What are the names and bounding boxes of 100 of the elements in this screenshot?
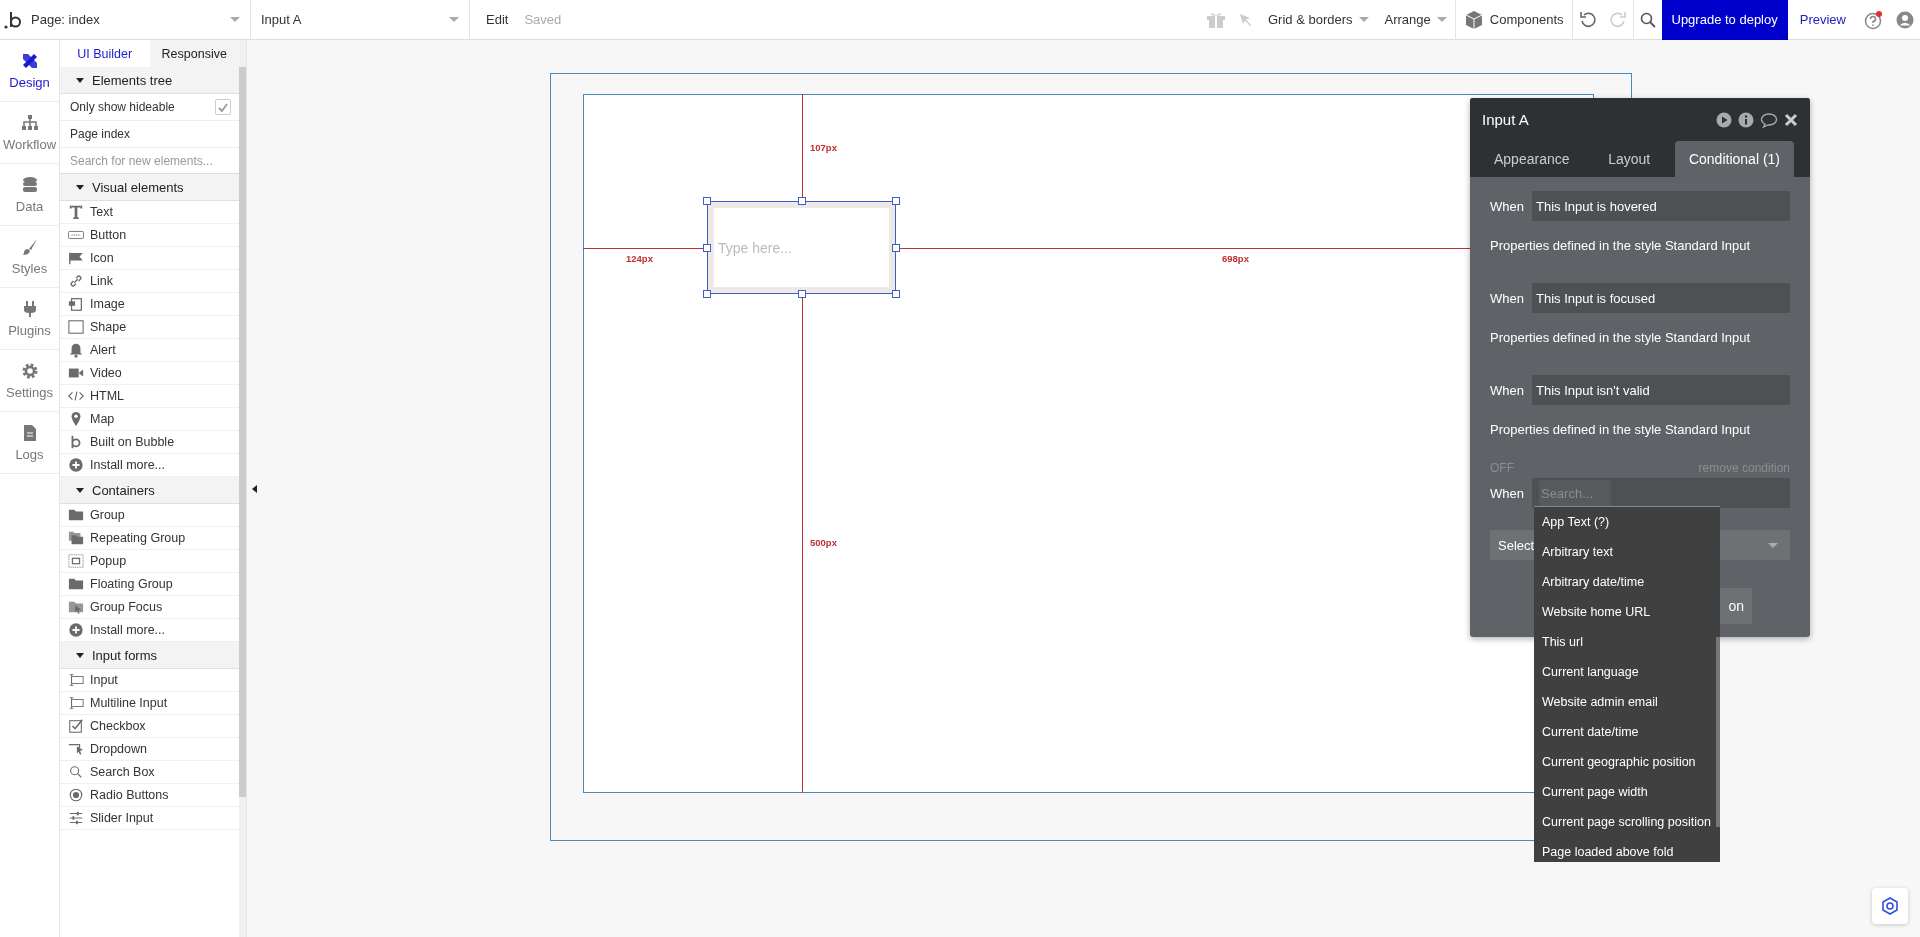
dropdown-option[interactable]: Current page width [1534,777,1716,807]
element-item[interactable]: Checkbox [60,715,239,738]
condition-field[interactable]: This Input is focused [1531,283,1790,313]
dropdown-option[interactable]: Website home URL [1534,597,1716,627]
element-item[interactable]: Floating Group [60,573,239,596]
element-item[interactable]: Alert [60,339,239,362]
element-item[interactable]: Group Focus [60,596,239,619]
condition-field[interactable]: This Input isn't valid [1531,375,1790,405]
sidebar-tab[interactable]: Settings [0,350,59,412]
section-header[interactable]: Visual elements [60,174,239,201]
dropdown-option[interactable]: Website admin email [1534,687,1716,717]
inspector-title: Input A [1482,111,1530,128]
grid-borders-menu[interactable]: Grid & borders [1260,0,1377,40]
code-icon [68,388,84,404]
data-icon [20,175,39,194]
element-item[interactable]: Button [60,224,239,247]
dropdown-option[interactable]: Arbitrary date/time [1534,567,1716,597]
option-label: Only show hideable [70,100,175,114]
collapse-arrow-icon[interactable] [252,484,257,493]
element-item[interactable]: Radio Buttons [60,784,239,807]
element-item[interactable]: Repeating Group [60,527,239,550]
sidebar-tab[interactable]: Styles [0,226,59,288]
inspector-tab[interactable]: Conditional (1) [1674,141,1794,177]
dropdown-option[interactable]: Arbitrary text [1534,537,1716,567]
section-header[interactable]: Input forms [60,642,239,669]
play-icon[interactable] [1716,111,1732,128]
element-item[interactable]: Input [60,669,239,692]
distance-label: 124px [626,253,653,264]
checkbox[interactable] [215,99,231,115]
dropdown-option[interactable]: Page loaded above fold [1534,837,1716,862]
components-button[interactable]: Components [1454,0,1572,40]
inspector-tab[interactable]: Appearance [1480,141,1584,177]
resize-handle[interactable] [703,243,711,252]
element-dropdown[interactable]: Input A [251,0,470,40]
dropdown-option[interactable]: Current date/time [1534,717,1716,747]
element-item[interactable]: Built on Bubble [60,431,239,454]
inspector-tab[interactable]: Layout [1583,141,1675,177]
distance-label: 500px [810,537,837,548]
comment-icon[interactable] [1760,111,1778,128]
upgrade-button[interactable]: Upgrade to deploy [1661,0,1788,40]
scrollbar-thumb[interactable] [239,67,246,797]
element-item[interactable]: Image [60,293,239,316]
dropdown-option[interactable]: Current page scrolling position [1534,807,1716,837]
cube-icon [1463,9,1484,30]
plus-icon [68,622,84,638]
settings-icon [20,361,39,380]
sidebar-tab[interactable]: Design [0,40,59,102]
close-icon[interactable] [1784,112,1798,127]
sidebar-tab[interactable]: Plugins [0,288,59,350]
element-item[interactable]: Map [60,408,239,431]
resize-handle[interactable] [703,197,711,205]
element-item[interactable]: Icon [60,247,239,270]
resize-handle[interactable] [703,290,711,298]
dropdown-option[interactable]: Current geographic position [1534,747,1716,777]
dropdown-option[interactable]: This url [1534,627,1716,657]
condition-note: Properties defined in the style Standard Input [1490,422,1752,437]
section-header[interactable]: Elements tree [60,67,239,94]
link-icon [68,273,84,289]
page-dropdown[interactable]: Page: index [25,0,251,40]
condition-field[interactable]: This Input is hovered [1531,191,1790,221]
resize-handle[interactable] [797,197,806,205]
resize-handle[interactable] [892,290,900,298]
resize-handle[interactable] [892,197,900,205]
section-header[interactable]: Containers [60,477,239,504]
resize-handle[interactable] [797,290,806,298]
flag-icon [68,250,84,266]
element-item[interactable]: Group [60,504,239,527]
dropdown-option[interactable]: App Text (?) [1534,507,1716,537]
resize-handle[interactable] [892,243,900,252]
arrange-menu[interactable]: Arrange [1376,0,1455,40]
save-status: Saved [523,12,563,27]
element-item[interactable]: Slider Input [60,807,239,830]
workflow-icon [20,113,39,132]
design-icon [20,51,39,70]
sidebar-tab[interactable]: Logs [0,412,59,474]
element-item[interactable]: Video [60,362,239,385]
edit-menu[interactable]: Edit [470,12,517,27]
element-item[interactable]: Shape [60,316,239,339]
dropdown-option[interactable]: Current language [1534,657,1716,687]
element-item[interactable]: Popup [60,550,239,573]
image-icon [68,296,84,312]
radio-icon [68,787,84,803]
sidebar-tab[interactable]: Workflow [0,102,59,164]
info-icon[interactable] [1738,111,1754,128]
element-item[interactable]: HTML [60,385,239,408]
text-icon [68,204,84,220]
folder-icon [68,507,84,523]
panel-tab[interactable]: Responsive [149,40,239,67]
element-item[interactable]: Multiline Input [60,692,239,715]
condition-note: Properties defined in the style Standard Input [1490,330,1752,345]
sidebar-tab[interactable]: Data [0,164,59,226]
slider-icon [68,810,84,826]
element-item[interactable]: Link [60,270,239,293]
input-element[interactable]: Type here... [707,201,896,294]
element-item[interactable]: Dropdown [60,738,239,761]
popup-icon [68,553,84,569]
preview-link[interactable]: Preview [1787,12,1858,27]
folder-icon [68,576,84,592]
shape-icon [68,319,84,335]
element-item[interactable]: Text [60,201,239,224]
